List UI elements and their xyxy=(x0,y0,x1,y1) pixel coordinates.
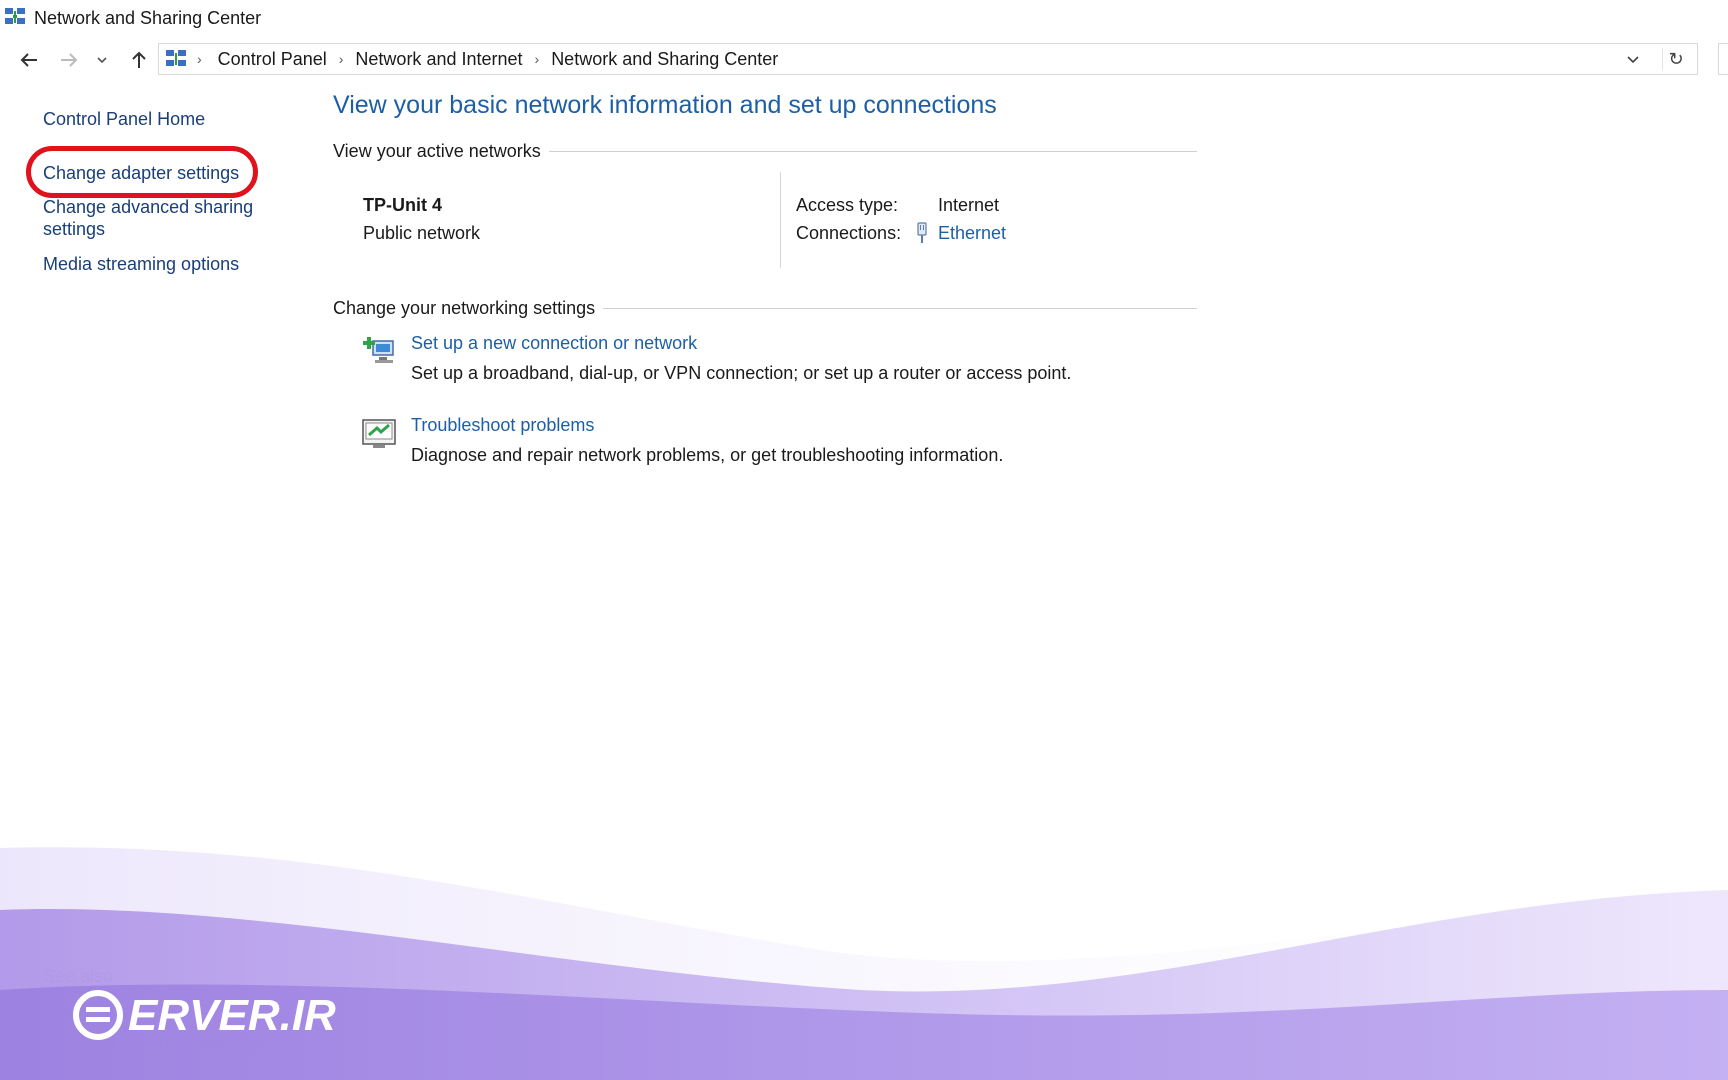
chevron-right-icon[interactable]: › xyxy=(197,51,202,67)
troubleshoot-icon xyxy=(362,419,396,448)
network-center-icon xyxy=(5,8,25,24)
change-settings-header-label: Change your networking settings xyxy=(333,298,596,318)
recent-locations-chevron-icon[interactable] xyxy=(92,46,112,74)
network-center-icon xyxy=(166,50,186,66)
sidebar-item-media-streaming[interactable]: Media streaming options xyxy=(43,253,239,275)
window-title: Network and Sharing Center xyxy=(34,8,262,28)
network-divider xyxy=(780,172,781,268)
refresh-icon[interactable]: ↻ xyxy=(1662,48,1689,70)
section-divider xyxy=(603,308,1197,309)
ethernet-connection-link[interactable]: Ethernet xyxy=(938,223,1006,244)
highlight-annotation-circle xyxy=(26,146,258,198)
active-networks-header: View your active networks xyxy=(333,141,1197,162)
navigation-bar: › Control Panel › Network and Internet ›… xyxy=(0,40,1728,80)
active-networks-header-label: View your active networks xyxy=(333,141,541,161)
connections-label: Connections: xyxy=(796,223,902,243)
title-bar: Network and Sharing Center xyxy=(0,0,1728,36)
setup-connection-description: Set up a broadband, dial-up, or VPN conn… xyxy=(411,363,1072,383)
chevron-right-icon[interactable]: › xyxy=(535,51,540,67)
network-name: TP-Unit 4 xyxy=(363,195,442,215)
ethernet-icon xyxy=(917,222,927,243)
back-arrow-icon[interactable] xyxy=(14,46,44,74)
forward-arrow-icon[interactable] xyxy=(54,46,84,74)
access-type-value: Internet xyxy=(938,195,1000,215)
windows-defender-firewall-link[interactable]: Windows Defender Firewall xyxy=(43,1034,262,1055)
section-divider xyxy=(548,151,1197,152)
breadcrumb-network-and-internet[interactable]: Network and Internet xyxy=(355,49,522,70)
setup-connection-link[interactable]: Set up a new connection or network xyxy=(411,333,697,354)
sidebar-item-control-panel-home[interactable]: Control Panel Home xyxy=(43,108,205,130)
breadcrumb-control-panel[interactable]: Control Panel xyxy=(218,49,327,70)
breadcrumb: › Control Panel › Network and Internet ›… xyxy=(193,44,778,74)
new-connection-icon xyxy=(363,337,394,363)
chevron-right-icon[interactable]: › xyxy=(339,51,344,67)
troubleshoot-link[interactable]: Troubleshoot problems xyxy=(411,415,594,436)
page-title: View your basic network information and … xyxy=(333,91,997,119)
access-type-label: Access type: xyxy=(796,195,899,215)
sidebar-item-change-advanced-sharing[interactable]: Change advanced sharing settings xyxy=(43,196,263,240)
see-also-header: See also xyxy=(43,966,114,986)
address-bar[interactable]: › Control Panel › Network and Internet ›… xyxy=(158,43,1698,75)
up-arrow-icon[interactable] xyxy=(124,46,154,74)
troubleshoot-description: Diagnose and repair network problems, or… xyxy=(411,445,1004,465)
change-settings-header: Change your networking settings xyxy=(333,298,1197,319)
address-dropdown-chevron-icon[interactable] xyxy=(1621,48,1645,70)
network-type: Public network xyxy=(363,223,481,243)
search-box[interactable] xyxy=(1718,43,1728,75)
breadcrumb-network-sharing-center[interactable]: Network and Sharing Center xyxy=(551,49,778,70)
internet-options-link[interactable]: Internet Options xyxy=(43,1000,171,1021)
